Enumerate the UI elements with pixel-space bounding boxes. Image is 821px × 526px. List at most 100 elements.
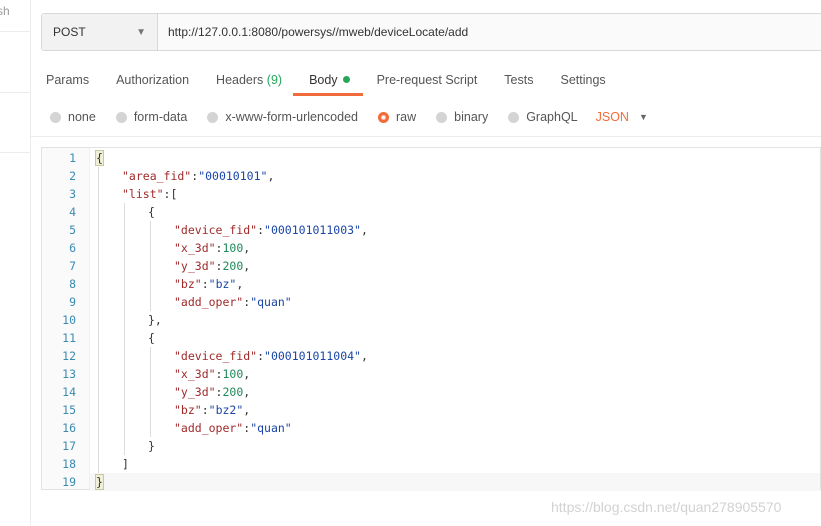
code-line: "add_oper":"quan"	[174, 419, 292, 437]
radio-selected-icon	[378, 111, 389, 123]
code-line: "area_fid":"00010101",	[122, 167, 274, 185]
code-token: {	[148, 205, 155, 219]
sidebar-divider	[0, 31, 30, 32]
code-line: "y_3d":200,	[174, 257, 250, 275]
code-line: }	[148, 437, 155, 455]
tab-body[interactable]: Body	[293, 70, 362, 96]
radio-label: form-data	[133, 110, 188, 124]
method-label: POST	[53, 25, 86, 39]
sidebar-divider	[0, 92, 30, 93]
code-token: "bz2"	[208, 403, 244, 417]
status-dot-icon	[342, 76, 350, 83]
tab-label: Tests	[504, 73, 534, 87]
tab-settings[interactable]: Settings	[560, 70, 605, 96]
sidebar-divider	[0, 152, 30, 153]
radio-raw[interactable]: raw	[378, 110, 416, 124]
line-number: 16	[62, 421, 76, 435]
code-token: :[	[163, 187, 178, 201]
indent-guide	[150, 221, 151, 311]
radio-icon	[207, 111, 219, 123]
line-number: 3	[69, 187, 76, 201]
url-input[interactable]: http://127.0.0.1:8080/powersys//mweb/dev…	[158, 14, 821, 50]
code-token: "bz"	[174, 277, 202, 291]
body-code-editor[interactable]: 1 2 3 4 5 6 7 8 9 10 11 12 13 14 15 16 17 18 19 {"area_fid…	[41, 147, 821, 491]
code-token: "add_oper"	[174, 295, 244, 309]
code-token: ,	[243, 385, 251, 399]
code-token: }	[148, 439, 155, 453]
radio-graphql[interactable]: GraphQL	[508, 110, 578, 124]
line-number: 19	[62, 475, 76, 489]
code-token: {	[95, 150, 104, 166]
code-token: "add_oper"	[174, 421, 244, 435]
tab-label: Headers	[216, 73, 264, 87]
line-number: 11	[62, 331, 76, 345]
code-line: ]	[122, 455, 129, 473]
left-sidebar: sh	[0, 0, 31, 526]
tab-headers[interactable]: Headers (9)	[216, 70, 282, 96]
line-number: 2	[69, 169, 76, 183]
tab-pre-request-script[interactable]: Pre-request Script	[377, 70, 478, 96]
code-token: "list"	[122, 187, 164, 201]
line-number: 7	[69, 259, 76, 273]
radio-binary[interactable]: binary	[436, 110, 488, 124]
line-number: 15	[62, 403, 76, 417]
method-select[interactable]: POST ▼	[42, 14, 158, 50]
code-token: ,	[360, 349, 368, 363]
radio-icon	[115, 111, 127, 123]
line-number: 4	[69, 205, 76, 219]
radio-form-data[interactable]: form-data	[115, 110, 188, 124]
code-token: "x_3d"	[174, 241, 216, 255]
code-token: 200	[222, 259, 244, 273]
code-line: "list":[	[122, 185, 177, 203]
code-token: 200	[222, 385, 244, 399]
line-number: 5	[69, 223, 76, 237]
radio-x-www-form-urlencoded[interactable]: x-www-form-urlencoded	[207, 110, 358, 124]
tab-label: Params	[46, 73, 90, 87]
code-line: {	[148, 203, 155, 221]
code-token: "y_3d"	[174, 385, 216, 399]
code-token: ,	[243, 259, 251, 273]
radio-icon	[436, 111, 448, 123]
tab-label: Body	[309, 73, 338, 87]
tab-tests[interactable]: Tests	[504, 70, 533, 96]
line-number: 10	[62, 313, 76, 327]
tab-params[interactable]: Params	[46, 70, 89, 96]
code-token: "y_3d"	[174, 259, 216, 273]
code-token: ,	[236, 277, 244, 291]
line-number-gutter: 1 2 3 4 5 6 7 8 9 10 11 12 13 14 15 16 17 18 19	[42, 148, 90, 489]
tab-label: Pre-request Script	[376, 73, 478, 87]
code-token: "area_fid"	[122, 169, 192, 183]
code-line: "add_oper":"quan"	[174, 293, 292, 311]
radio-label: binary	[454, 110, 489, 124]
code-token: :	[201, 277, 209, 291]
line-number: 6	[69, 241, 76, 255]
code-token: "quan"	[250, 295, 292, 309]
code-token: "00010101"	[198, 169, 268, 183]
code-token: "x_3d"	[174, 367, 216, 381]
line-number: 13	[62, 367, 76, 381]
code-line: "device_fid":"000101011003",	[174, 221, 368, 239]
radio-none[interactable]: none	[50, 110, 96, 124]
code-token: :	[201, 403, 209, 417]
body-format-label: JSON	[595, 110, 629, 124]
sidebar-cut-text: sh	[0, 4, 10, 18]
chevron-down-icon: ▼	[638, 112, 648, 122]
section-divider	[30, 136, 821, 137]
line-number: 9	[69, 295, 76, 309]
code-token: ,	[243, 403, 251, 417]
code-line: "bz":"bz2",	[174, 401, 250, 419]
code-token: 100	[222, 241, 244, 255]
code-token: ,	[243, 241, 251, 255]
chevron-down-icon: ▼	[136, 26, 146, 38]
code-token: "000101011004"	[264, 349, 361, 363]
line-number: 18	[62, 457, 76, 471]
radio-icon	[50, 111, 61, 123]
code-line: {	[95, 149, 104, 167]
tab-authorization[interactable]: Authorization	[116, 70, 189, 96]
code-token: "000101011003"	[264, 223, 361, 237]
request-tabs: Params Authorization Headers (9) Body Pr…	[46, 70, 633, 96]
code-line: "x_3d":100,	[174, 239, 250, 257]
body-format-select[interactable]: JSON ▼	[596, 110, 648, 124]
line-number: 8	[69, 277, 76, 291]
radio-label: x-www-form-urlencoded	[225, 110, 358, 124]
